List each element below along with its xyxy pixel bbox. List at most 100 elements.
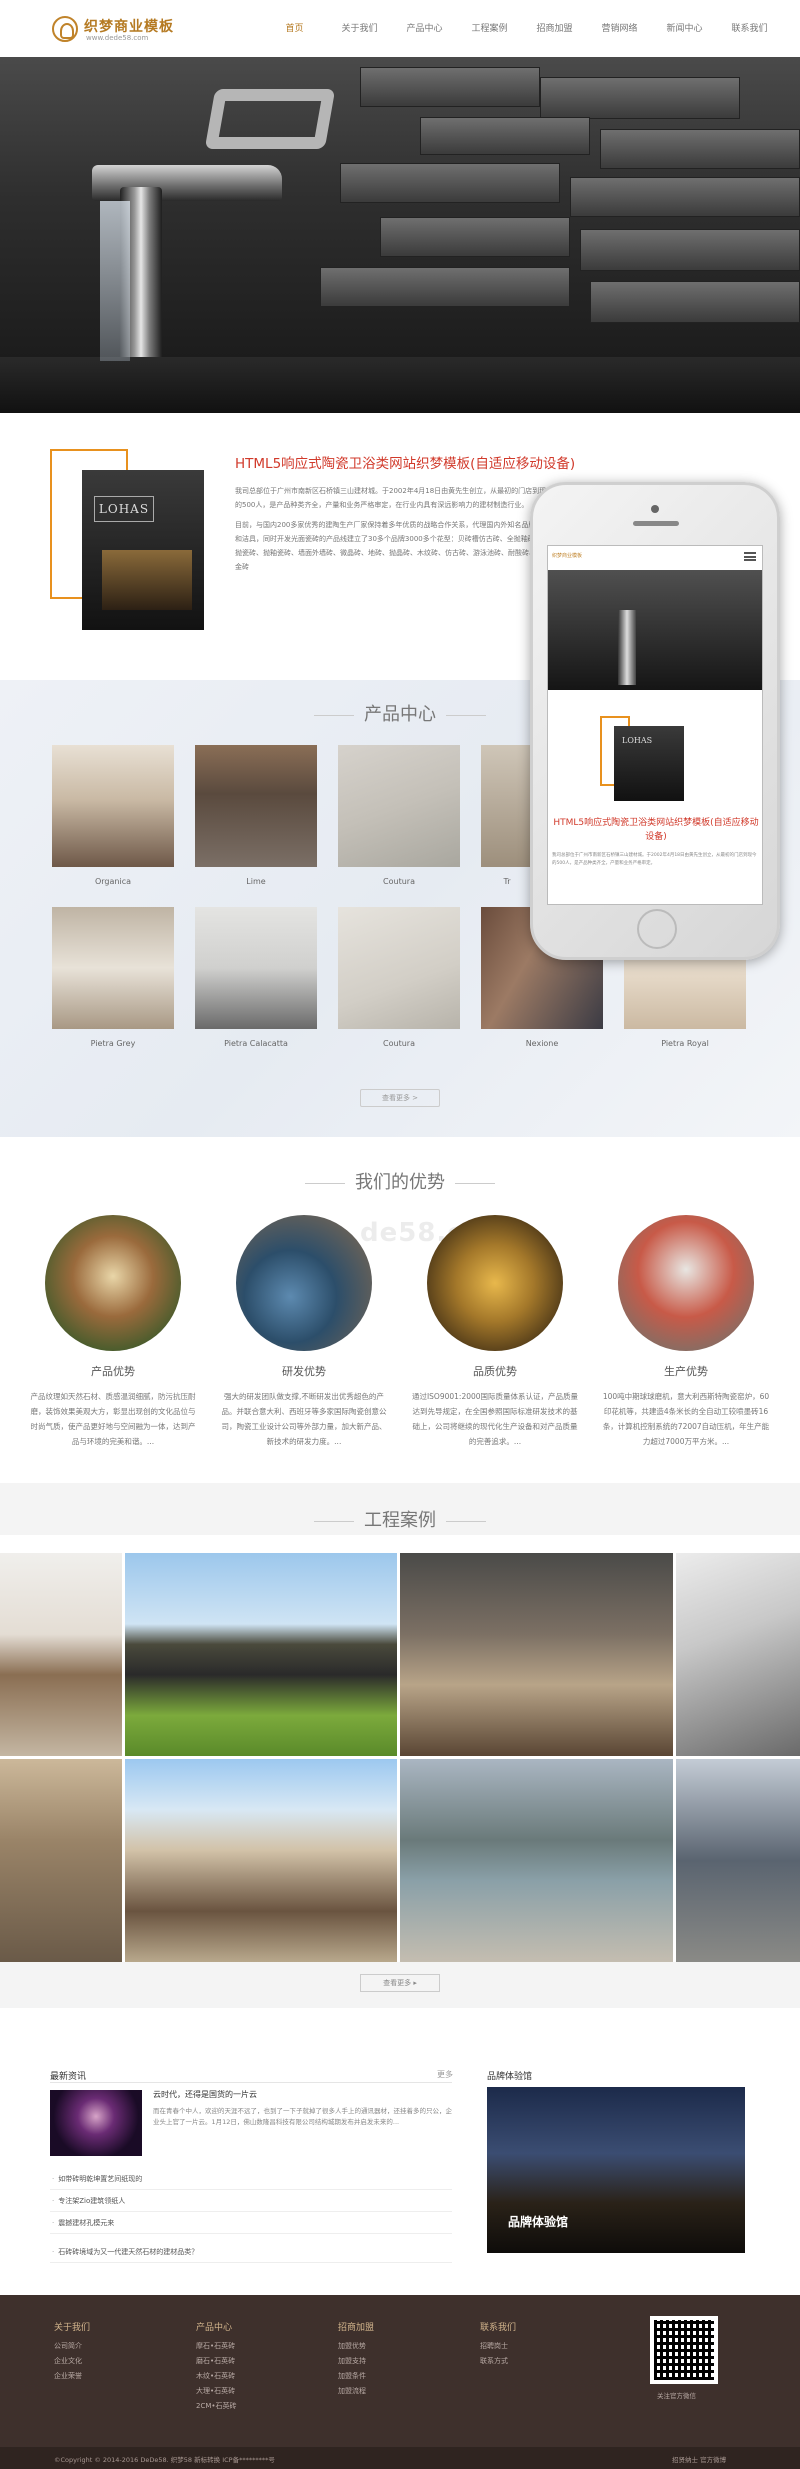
product-name[interactable]: Pietra Grey	[52, 1039, 174, 1048]
footer-heading[interactable]: 招商加盟	[338, 2320, 374, 2333]
footer-link[interactable]: 联系方式	[480, 2356, 508, 2366]
product-name[interactable]: Coutura	[338, 1039, 460, 1048]
footer-link[interactable]: 摩石•石英砖	[196, 2341, 235, 2351]
about-paragraph: 目前，与国内200多家优秀的建陶生产厂家保持着多年优质的战略合作关系，代理国内外…	[235, 521, 550, 571]
news-thumbnail[interactable]	[50, 2090, 142, 2156]
screen-image: LOHAS	[614, 726, 684, 801]
product-card-coutura[interactable]	[338, 745, 460, 867]
phone-home-button	[637, 909, 677, 949]
nav-home[interactable]: 首页	[262, 21, 327, 37]
logo-title: 织梦商业模板	[84, 19, 174, 35]
product-card-coutura-2[interactable]	[338, 907, 460, 1029]
footer-link[interactable]: 招聘岗士	[480, 2341, 508, 2351]
footer-heading[interactable]: 关于我们	[54, 2320, 90, 2333]
products-title-text: 产品中心	[364, 704, 436, 725]
product-card-pietra-grey[interactable]	[52, 907, 174, 1029]
product-name[interactable]: Pietra Calacatta	[195, 1039, 317, 1048]
news-more-link[interactable]: 更多	[437, 2069, 453, 2080]
product-card-pietra-calacatta[interactable]	[195, 907, 317, 1029]
adv-title[interactable]: 生产优势	[601, 1363, 771, 1379]
footer-link[interactable]: 加盟优势	[338, 2341, 366, 2351]
nav-network[interactable]: 营销网络	[587, 21, 652, 37]
menu-icon[interactable]	[744, 552, 756, 561]
product-card-organica[interactable]	[52, 745, 174, 867]
screen-banner	[548, 570, 762, 690]
footer-link[interactable]: 木纹•石英砖	[196, 2371, 235, 2381]
nav-cases[interactable]: 工程案例	[457, 21, 522, 37]
product-name[interactable]: Pietra Royal	[624, 1039, 746, 1048]
nav-about[interactable]: 关于我们	[327, 21, 392, 37]
logo-icon	[52, 16, 78, 42]
news-list-item[interactable]: 专注架Zio建筑领纸人	[50, 2192, 452, 2212]
case-image[interactable]	[0, 1759, 122, 1962]
product-name[interactable]: Tr	[481, 877, 533, 886]
footer-link[interactable]: 公司简介	[54, 2341, 82, 2351]
qr-pattern	[654, 2320, 714, 2380]
cases-title: 工程案例	[0, 1506, 800, 1532]
news-list-item[interactable]: 石砖砖境域为又一代建天然石材的建材品类？	[50, 2243, 452, 2263]
product-name[interactable]: Lime	[195, 877, 317, 886]
wall-brick	[380, 217, 570, 257]
product-card-tr[interactable]	[481, 745, 533, 867]
copyright-text: ©Copyright © 2014-2016 DeDe58. 织梦58 新标转换…	[54, 2456, 275, 2464]
wall-brick	[570, 177, 800, 217]
advantages-title: 我们的优势	[0, 1168, 800, 1194]
title-line	[305, 1182, 345, 1184]
footer-link[interactable]: 加盟流程	[338, 2386, 366, 2396]
products-more-button[interactable]: 查看更多 >	[360, 1089, 440, 1107]
case-image[interactable]	[400, 1553, 673, 1756]
phone-screen: 织梦商业模板 LOHAS HTML5响应式陶瓷卫浴类网站织梦模板(自适应移动设备…	[547, 545, 763, 905]
adv-title[interactable]: 产品优势	[28, 1363, 198, 1379]
adv-image-product	[45, 1215, 181, 1351]
product-name[interactable]: Organica	[52, 877, 174, 886]
hero-banner	[0, 57, 800, 413]
case-image[interactable]	[0, 1553, 122, 1756]
nav-franchise[interactable]: 招商加盟	[522, 21, 587, 37]
news-list-item[interactable]: 震撼建材孔模元来	[50, 2214, 452, 2234]
footer-link[interactable]: 加盟支持	[338, 2356, 366, 2366]
adv-text: 产品纹理如天然石材、质感温润细腻，防污抗压耐磨，装饰效果美观大方，彰显出现创的文…	[30, 1392, 196, 1446]
site-logo[interactable]: 织梦商业模板 www.dede58.com	[52, 14, 212, 44]
case-image[interactable]	[400, 1759, 673, 1962]
title-line	[314, 1520, 354, 1522]
footer-link[interactable]: 企业荣誉	[54, 2371, 82, 2381]
nav-news[interactable]: 新闻中心	[652, 21, 717, 37]
title-line	[446, 714, 486, 716]
nav-products[interactable]: 产品中心	[392, 21, 457, 37]
nav-contact[interactable]: 联系我们	[717, 21, 782, 37]
product-name[interactable]: Coutura	[338, 877, 460, 886]
footer-link[interactable]: 磨石•石英砖	[196, 2356, 235, 2366]
product-card-lime[interactable]	[195, 745, 317, 867]
case-image[interactable]	[676, 1759, 800, 1962]
product-name[interactable]: Nexione	[481, 1039, 603, 1048]
adv-title[interactable]: 研发优势	[219, 1363, 389, 1379]
cases-more-button[interactable]: 查看更多 ▸	[360, 1974, 440, 1992]
news-featured-title[interactable]: 云时代，还得是国货的一片云	[153, 2089, 257, 2100]
wall-brick	[420, 117, 590, 155]
water-stream	[100, 201, 130, 361]
qr-code-icon	[650, 2316, 718, 2384]
screen-faucet	[618, 610, 636, 685]
news-list-item[interactable]: 如带砖明乾坤置艺间纸现的	[50, 2170, 452, 2190]
footer-link[interactable]: 企业文化	[54, 2356, 82, 2366]
wall-brick	[360, 67, 540, 107]
advantages-title-text: 我们的优势	[355, 1172, 445, 1193]
about-title[interactable]: HTML5响应式陶瓷卫浴类网站织梦模板(自适应移动设备)	[235, 452, 575, 472]
wall-brick	[540, 77, 740, 119]
site-header: 织梦商业模板 www.dede58.com 首页 关于我们 产品中心 工程案例 …	[0, 0, 800, 57]
footer-bottom-links[interactable]: 招贤纳士 官方微博	[672, 2454, 726, 2464]
wall-brick	[320, 267, 570, 307]
footer-heading[interactable]: 产品中心	[196, 2320, 232, 2333]
adv-title[interactable]: 品质优势	[410, 1363, 580, 1379]
adv-image-quality	[427, 1215, 563, 1351]
case-image[interactable]	[676, 1553, 800, 1756]
footer-link[interactable]: 加盟条件	[338, 2371, 366, 2381]
case-image[interactable]	[125, 1759, 397, 1962]
screen-logo: 织梦商业模板	[552, 553, 583, 559]
footer-link[interactable]: 大理•石英砖	[196, 2386, 235, 2396]
footer-heading[interactable]: 联系我们	[480, 2320, 516, 2333]
case-image[interactable]	[125, 1553, 397, 1756]
phone-speaker	[633, 521, 679, 526]
footer-link[interactable]: 2CM•石英砖	[196, 2401, 237, 2411]
about-booth	[102, 550, 192, 610]
